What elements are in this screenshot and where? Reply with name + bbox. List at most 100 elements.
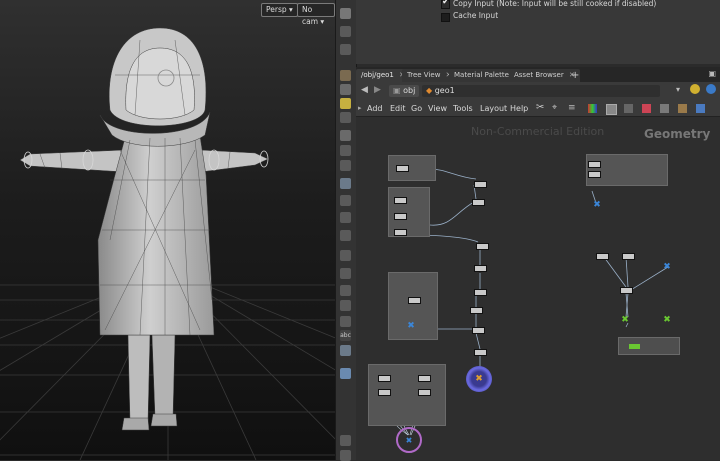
purple-merge-node-icon[interactable]: ✖ xyxy=(396,427,422,453)
blue-bone-node-icon[interactable]: ✖ xyxy=(592,200,602,210)
notes-icon[interactable] xyxy=(660,104,669,113)
network-box[interactable] xyxy=(618,337,680,355)
scene-canvas xyxy=(0,27,335,460)
output-merge-node-icon[interactable]: ✖ xyxy=(466,366,492,392)
sop-node[interactable] xyxy=(470,307,483,314)
help-icon[interactable] xyxy=(706,84,716,94)
sop-node[interactable] xyxy=(588,161,601,168)
blue-bone-node-icon[interactable]: ✖ xyxy=(662,262,672,272)
snap-icon[interactable] xyxy=(340,70,351,81)
select-tool-icon[interactable] xyxy=(340,8,351,19)
info-icon[interactable] xyxy=(340,368,351,379)
points-icon[interactable] xyxy=(340,212,351,223)
path-obj-label: obj xyxy=(403,86,416,95)
wrench-icon[interactable] xyxy=(340,145,351,156)
output-flag-icon: ✖ xyxy=(475,374,483,384)
square-icon[interactable] xyxy=(340,316,351,327)
sop-node[interactable] xyxy=(394,197,407,204)
info-panel-icon[interactable] xyxy=(696,104,705,113)
light-bulb-icon[interactable] xyxy=(340,98,351,109)
sop-node[interactable] xyxy=(394,213,407,220)
character-mesh xyxy=(19,27,269,431)
sop-node[interactable] xyxy=(588,171,601,178)
pin-icon[interactable] xyxy=(340,44,351,55)
sop-node[interactable] xyxy=(474,265,487,272)
path-geo-label: geo1 xyxy=(434,86,455,95)
brush-icon[interactable] xyxy=(340,195,351,206)
pin-pane-icon[interactable] xyxy=(690,84,700,94)
folder-icon: ▣ xyxy=(393,86,401,95)
sop-node[interactable] xyxy=(472,199,485,206)
grid-view-icon[interactable] xyxy=(606,104,617,115)
more-icon[interactable] xyxy=(340,450,351,461)
link-icon[interactable] xyxy=(340,300,351,311)
camera-menu[interactable]: No cam ▾ xyxy=(297,3,335,26)
sop-node[interactable] xyxy=(396,165,409,172)
camera-label: No cam xyxy=(302,5,319,26)
grid-icon[interactable] xyxy=(340,84,351,95)
sop-node[interactable] xyxy=(418,389,431,396)
menu-tools[interactable]: Tools xyxy=(453,104,473,113)
camera-icon[interactable] xyxy=(340,112,351,123)
sop-node[interactable] xyxy=(408,297,421,304)
sop-node[interactable] xyxy=(622,253,635,260)
node-glyph-icon: ✖ xyxy=(405,435,413,445)
green-bone-node-icon[interactable]: ✖ xyxy=(620,315,630,325)
network-tool-shelf: abc xyxy=(335,0,357,461)
transform-icon[interactable] xyxy=(340,130,351,141)
green-bone-node-icon[interactable]: ✖ xyxy=(662,315,672,325)
tool-wrench-icon[interactable]: ✂ xyxy=(536,102,544,113)
scene-viewport[interactable]: Persp ▾ No cam ▾ xyxy=(0,0,335,460)
tab-label: Asset Browser xyxy=(514,71,564,79)
pane-menu-icon[interactable]: ▣ xyxy=(708,69,716,78)
path-geo-button[interactable]: ◆ geo1 xyxy=(422,85,660,97)
back-arrow-icon[interactable]: ◀ xyxy=(361,85,368,95)
menu-help[interactable]: Help xyxy=(510,104,528,113)
menu-toggle-icon[interactable]: ▸ xyxy=(358,104,362,112)
lock-icon[interactable] xyxy=(340,26,351,37)
network-box[interactable] xyxy=(586,154,668,186)
list-view-icon[interactable] xyxy=(624,104,633,113)
output-node[interactable] xyxy=(629,344,640,349)
copy-input-checkbox[interactable]: ✔ xyxy=(441,0,450,9)
layout-tool-icon[interactable]: ≡ xyxy=(568,103,576,113)
sop-node[interactable] xyxy=(378,389,391,396)
display-icon[interactable] xyxy=(340,178,351,189)
menu-view[interactable]: View xyxy=(428,104,447,113)
measure-icon[interactable] xyxy=(340,285,351,296)
sop-node[interactable] xyxy=(472,327,485,334)
perspective-menu[interactable]: Persp ▾ xyxy=(261,3,298,17)
path-obj-button[interactable]: ▣ obj xyxy=(389,85,420,97)
path-bar: ◀ ▶ ▣ obj ◆ geo1 ▾ xyxy=(356,82,720,102)
settings-icon[interactable] xyxy=(340,435,351,446)
snap-tool-icon[interactable]: ⌖ xyxy=(552,103,557,113)
path-dropdown-icon[interactable]: ▾ xyxy=(676,85,680,94)
add-tab-button[interactable]: + xyxy=(566,69,584,82)
sop-node[interactable] xyxy=(474,289,487,296)
sop-node[interactable] xyxy=(378,375,391,382)
ghost-icon[interactable] xyxy=(340,160,351,171)
sop-node[interactable] xyxy=(620,287,633,294)
cache-input-checkbox[interactable] xyxy=(441,13,450,22)
image-icon[interactable] xyxy=(340,345,351,356)
menu-layout[interactable]: Layout xyxy=(480,104,507,113)
image-bg-icon[interactable] xyxy=(678,104,687,113)
flag-icon[interactable] xyxy=(642,104,651,113)
text-abc-icon[interactable]: abc xyxy=(340,330,351,341)
forward-arrow-icon[interactable]: ▶ xyxy=(374,85,381,95)
menu-edit[interactable]: Edit xyxy=(390,104,406,113)
menu-go[interactable]: Go xyxy=(411,104,422,113)
sop-node[interactable] xyxy=(394,229,407,236)
menu-add[interactable]: Add xyxy=(367,104,383,113)
sop-node[interactable] xyxy=(476,243,489,250)
blue-bone-node-icon[interactable]: ✖ xyxy=(406,321,416,331)
sop-node[interactable] xyxy=(474,181,487,188)
sop-node[interactable] xyxy=(418,375,431,382)
shading-icon[interactable] xyxy=(340,230,351,241)
bounding-box-icon[interactable] xyxy=(340,268,351,279)
color-palette-icon[interactable] xyxy=(588,104,597,113)
sop-node[interactable] xyxy=(474,349,487,356)
sop-node[interactable] xyxy=(596,253,609,260)
template-icon[interactable] xyxy=(340,250,351,261)
network-editor[interactable]: Non-Commercial Edition Geometry ✖ ✖ ✖ ✖ … xyxy=(356,117,720,460)
